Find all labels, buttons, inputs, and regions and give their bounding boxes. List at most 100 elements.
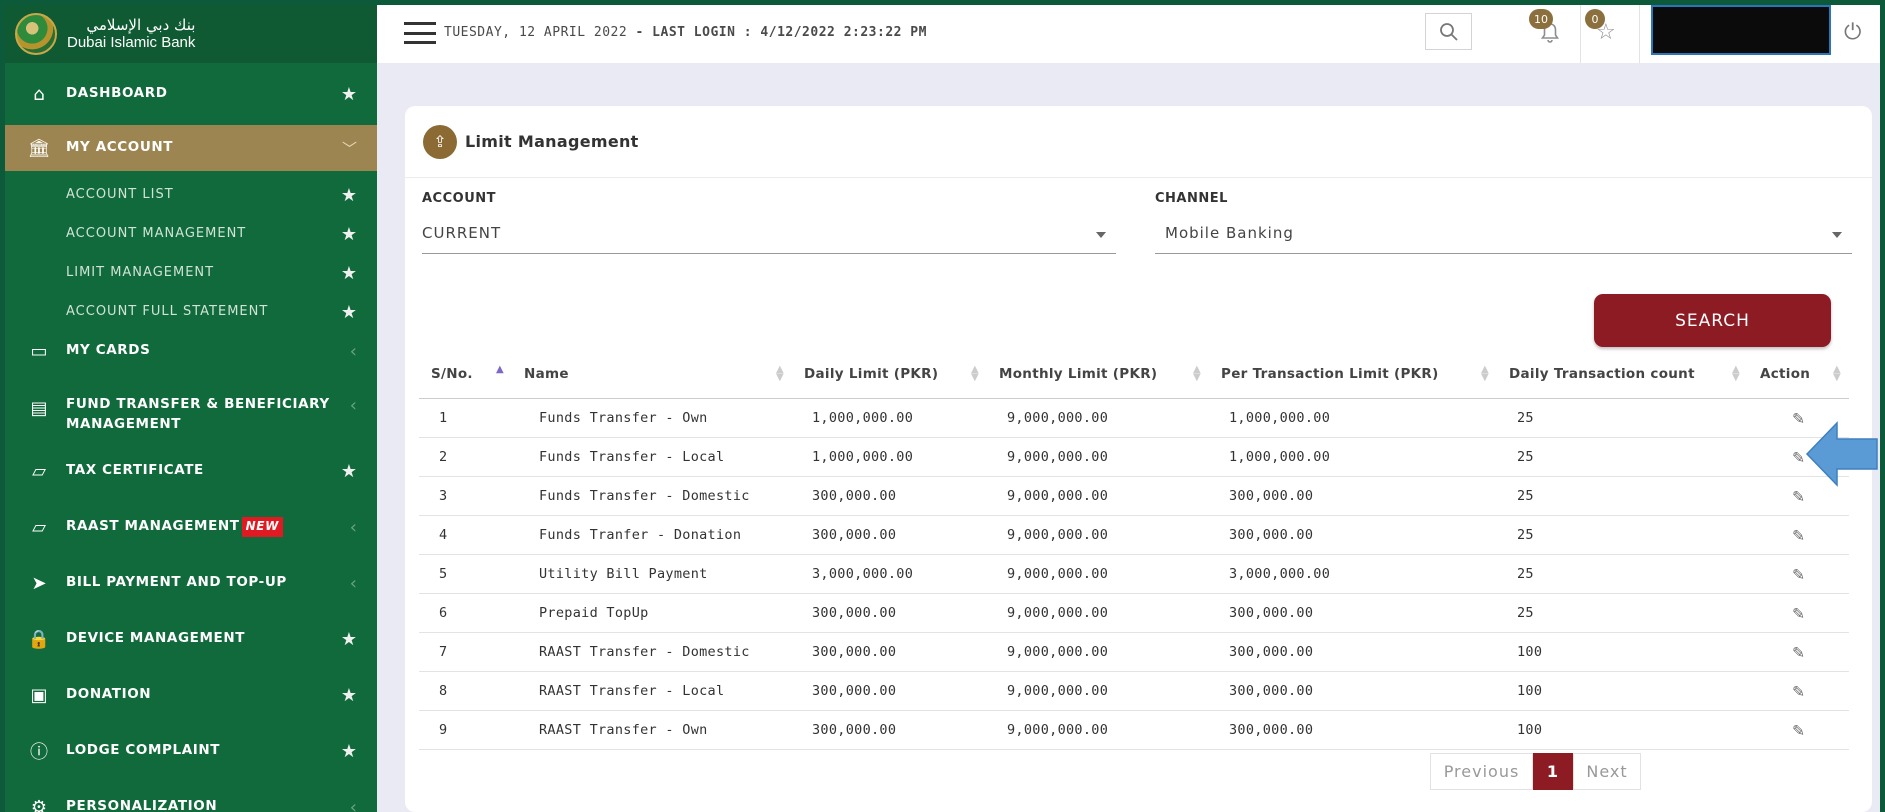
column-sno[interactable]: S/No. ▲ [419, 351, 512, 399]
sidebar-item-account-management[interactable]: ACCOUNT MANAGEMENT ★ [5, 217, 377, 251]
account-select[interactable]: CURRENT [422, 218, 1116, 254]
cell-daily-limit: 300,000.00 [792, 710, 987, 750]
edit-pencil-icon[interactable]: ✎ [1748, 632, 1849, 672]
cell-monthly-limit: 9,000,000.00 [987, 437, 1209, 477]
sidebar-item-my-cards[interactable]: ▭ MY CARDS ‹ [5, 331, 377, 371]
sidebar-item-fund-transfer[interactable]: ▤ FUND TRANSFER & BENEFICIARY MANAGEMENT… [5, 383, 377, 443]
sidebar-item-device-management[interactable]: 🔒 DEVICE MANAGEMENT ★ [5, 619, 377, 659]
power-icon[interactable]: ⏻ [1844, 20, 1861, 45]
table-row: 3 Funds Transfer - Domestic 300,000.00 9,00… [419, 476, 1849, 516]
pagination: Previous 1 Next [1430, 753, 1641, 790]
edit-pencil-icon[interactable]: ✎ [1748, 710, 1849, 750]
cell-name: Funds Transfer - Local [512, 437, 792, 477]
edit-pencil-icon[interactable]: ✎ [1748, 593, 1849, 633]
cell-sno: 2 [419, 437, 512, 477]
cell-monthly-limit: 9,000,000.00 [987, 593, 1209, 633]
chevron-left-icon: ‹ [349, 395, 357, 416]
card-header: ⇪ Limit Management [405, 106, 1872, 178]
table-row: 2 Funds Transfer - Local 1,000,000.00 9,000… [419, 437, 1849, 477]
cell-per-transaction-limit: 300,000.00 [1209, 710, 1497, 750]
cell-name: Prepaid TopUp [512, 593, 792, 633]
cell-per-transaction-limit: 1,000,000.00 [1209, 398, 1497, 438]
column-monthly-limit[interactable]: Monthly Limit (PKR) ▲ ▼ [987, 351, 1209, 399]
sidebar-item-dashboard[interactable]: ⌂ DASHBOARD ★ [5, 65, 377, 123]
cell-name: Funds Transfer - Domestic [512, 476, 792, 516]
cell-name: RAAST Transfer - Local [512, 671, 792, 711]
user-profile[interactable] [1651, 5, 1831, 55]
account-field: ACCOUNT CURRENT [422, 191, 1116, 261]
sidebar-item-bill-payment[interactable]: ➤ BILL PAYMENT AND TOP-UP ‹ [5, 563, 377, 603]
cell-sno: 8 [419, 671, 512, 711]
limit-management-card: ⇪ Limit Management ACCOUNT CURRENT CHANN… [405, 106, 1872, 812]
home-icon: ⌂ [33, 83, 45, 105]
channel-select[interactable]: Mobile Banking [1155, 218, 1852, 254]
cell-daily-limit: 1,000,000.00 [792, 437, 987, 477]
cell-daily-count: 25 [1497, 554, 1748, 594]
search-icon [1439, 22, 1458, 41]
table-row: 9 RAAST Transfer - Own 300,000.00 9,000,000… [419, 710, 1849, 750]
sidebar-item-personalization[interactable]: ⚙ PERSONALIZATION ‹ [5, 787, 377, 812]
sidebar-item-lodge-complaint[interactable]: ⓘ LODGE COMPLAINT ★ [5, 731, 377, 771]
cell-sno: 6 [419, 593, 512, 633]
cell-per-transaction-limit: 3,000,000.00 [1209, 554, 1497, 594]
chevron-left-icon: ‹ [349, 516, 357, 538]
sort-asc-icon: ▲ [496, 364, 504, 375]
alert-icon: ⓘ [30, 742, 48, 763]
table-row: 5 Utility Bill Payment 3,000,000.00 9,000,0… [419, 554, 1849, 594]
next-page-button[interactable]: Next [1573, 753, 1641, 790]
search-submit-button[interactable]: SEARCH [1594, 294, 1831, 347]
cell-monthly-limit: 9,000,000.00 [987, 554, 1209, 594]
last-login-value: 4/12/2022 2:23:22 PM [760, 25, 927, 40]
cell-daily-count: 25 [1497, 593, 1748, 633]
star-icon[interactable]: ★ [341, 461, 357, 482]
brand-name-english: Dubai Islamic Bank [67, 34, 196, 51]
cell-name: RAAST Transfer - Own [512, 710, 792, 750]
top-bar: TUESDAY, 12 APRIL 2022 - LAST LOGIN : 4/… [377, 5, 1880, 63]
column-per-transaction-limit[interactable]: Per Transaction Limit (PKR) ▲ ▼ [1209, 351, 1497, 399]
star-icon[interactable]: ★ [341, 263, 357, 284]
sidebar-item-limit-management[interactable]: LIMIT MANAGEMENT ★ [5, 256, 377, 290]
edit-pencil-icon[interactable]: ✎ [1748, 671, 1849, 711]
channel-field: CHANNEL Mobile Banking [1155, 191, 1852, 261]
star-icon[interactable]: ★ [341, 685, 357, 706]
sidebar-item-tax-certificate[interactable]: ▱ TAX CERTIFICATE ★ [5, 451, 377, 491]
column-name[interactable]: Name ▲ ▼ [512, 351, 792, 399]
star-icon[interactable]: ★ [341, 185, 357, 206]
caret-down-icon [1096, 232, 1106, 238]
sort-icon: ▲ ▼ [776, 364, 784, 383]
search-button[interactable] [1425, 13, 1472, 50]
cell-sno: 4 [419, 515, 512, 555]
card-icon: ▭ [30, 340, 48, 362]
cell-daily-count: 25 [1497, 476, 1748, 516]
star-icon[interactable]: ★ [341, 629, 357, 650]
star-icon[interactable]: ★ [341, 741, 357, 762]
previous-page-button[interactable]: Previous [1430, 753, 1533, 790]
sidebar-item-my-account[interactable]: 🏛 MY ACCOUNT ﹀ [5, 125, 377, 171]
column-daily-transaction-count[interactable]: Daily Transaction count ▲ ▼ [1497, 351, 1748, 399]
new-badge: NEW [241, 517, 283, 537]
sidebar-item-account-list[interactable]: ACCOUNT LIST ★ [5, 178, 377, 212]
cell-daily-limit: 3,000,000.00 [792, 554, 987, 594]
menu-toggle-icon[interactable] [404, 22, 436, 44]
edit-pencil-icon[interactable]: ✎ [1748, 515, 1849, 555]
sort-icon: ▲ ▼ [1193, 364, 1201, 383]
cell-monthly-limit: 9,000,000.00 [987, 476, 1209, 516]
star-icon[interactable]: ★ [341, 84, 357, 105]
brand[interactable]: بنك دبي الإسلامي Dubai Islamic Bank [5, 5, 377, 63]
cell-daily-limit: 300,000.00 [792, 671, 987, 711]
star-icon[interactable]: ★ [341, 302, 357, 323]
column-action[interactable]: Action ▲ ▼ [1748, 351, 1849, 399]
cell-sno: 1 [419, 398, 512, 438]
sidebar-item-account-full-statement[interactable]: ACCOUNT FULL STATEMENT ★ [5, 295, 377, 329]
star-icon[interactable]: ★ [341, 224, 357, 245]
cell-per-transaction-limit: 300,000.00 [1209, 515, 1497, 555]
sidebar-item-raast-management[interactable]: ▱ RAAST MANAGEMENT NEW ‹ [5, 507, 377, 547]
cell-monthly-limit: 9,000,000.00 [987, 398, 1209, 438]
column-daily-limit[interactable]: Daily Limit (PKR) ▲ ▼ [792, 351, 987, 399]
cell-daily-limit: 300,000.00 [792, 593, 987, 633]
sidebar-item-donation[interactable]: ▣ DONATION ★ [5, 675, 377, 715]
edit-pencil-icon[interactable]: ✎ [1748, 554, 1849, 594]
current-page-button[interactable]: 1 [1533, 753, 1573, 790]
bank-icon: 🏛 [27, 137, 51, 159]
cell-per-transaction-limit: 300,000.00 [1209, 671, 1497, 711]
